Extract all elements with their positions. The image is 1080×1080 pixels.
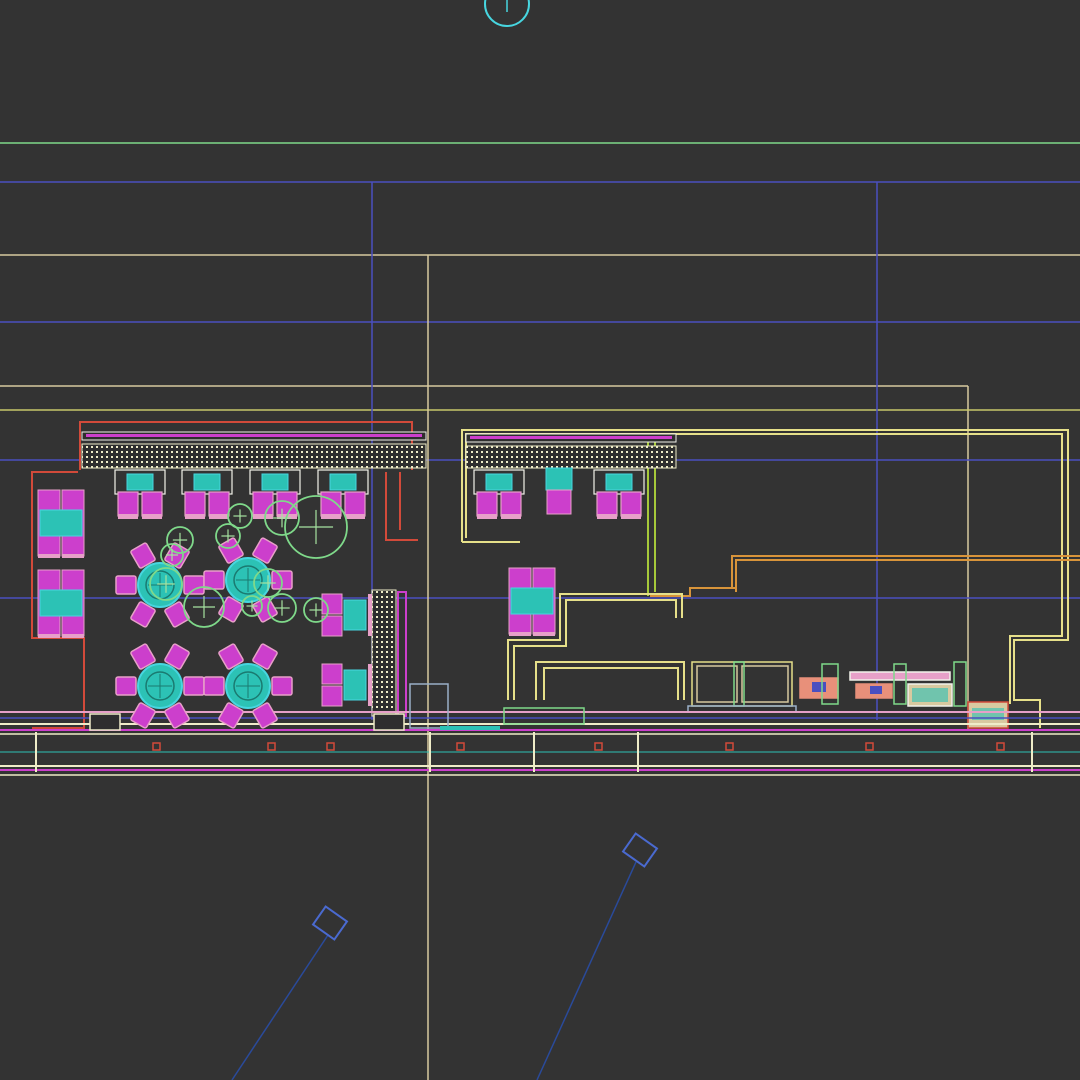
dining-table-icon[interactable] <box>115 542 205 628</box>
bar-counter-vertical <box>371 589 407 717</box>
planter-icon <box>284 495 348 559</box>
exterior-wall <box>0 711 1080 776</box>
dining-table-icon[interactable] <box>203 537 293 623</box>
bar-counter-left <box>81 431 427 469</box>
section-marker-icon[interactable] <box>311 905 349 941</box>
booth-seat-icon[interactable] <box>321 663 372 707</box>
booth-seat-icon[interactable] <box>473 469 525 519</box>
column-markers <box>152 742 1005 751</box>
cad-viewport[interactable] <box>0 0 1080 1080</box>
booth-seat-icon[interactable] <box>249 469 301 519</box>
booth-seat-icon[interactable] <box>37 489 85 558</box>
booth-seat-icon[interactable] <box>321 593 372 637</box>
grid-bubble-icon[interactable] <box>484 0 530 27</box>
booth-seat-icon[interactable] <box>593 469 645 519</box>
booth-seat-icon[interactable] <box>181 469 233 519</box>
bar-counter-right <box>465 433 677 469</box>
booth-seat-icon[interactable] <box>545 467 573 515</box>
section-line-2 <box>536 861 637 1080</box>
booth-seat-icon[interactable] <box>37 569 85 638</box>
booth-seat-icon[interactable] <box>508 567 556 636</box>
booth-seat-icon[interactable] <box>114 469 166 519</box>
section-line-1 <box>231 934 329 1080</box>
dining-table-icon[interactable] <box>203 643 293 729</box>
dining-table-icon[interactable] <box>115 643 205 729</box>
section-marker-icon[interactable] <box>621 832 659 868</box>
